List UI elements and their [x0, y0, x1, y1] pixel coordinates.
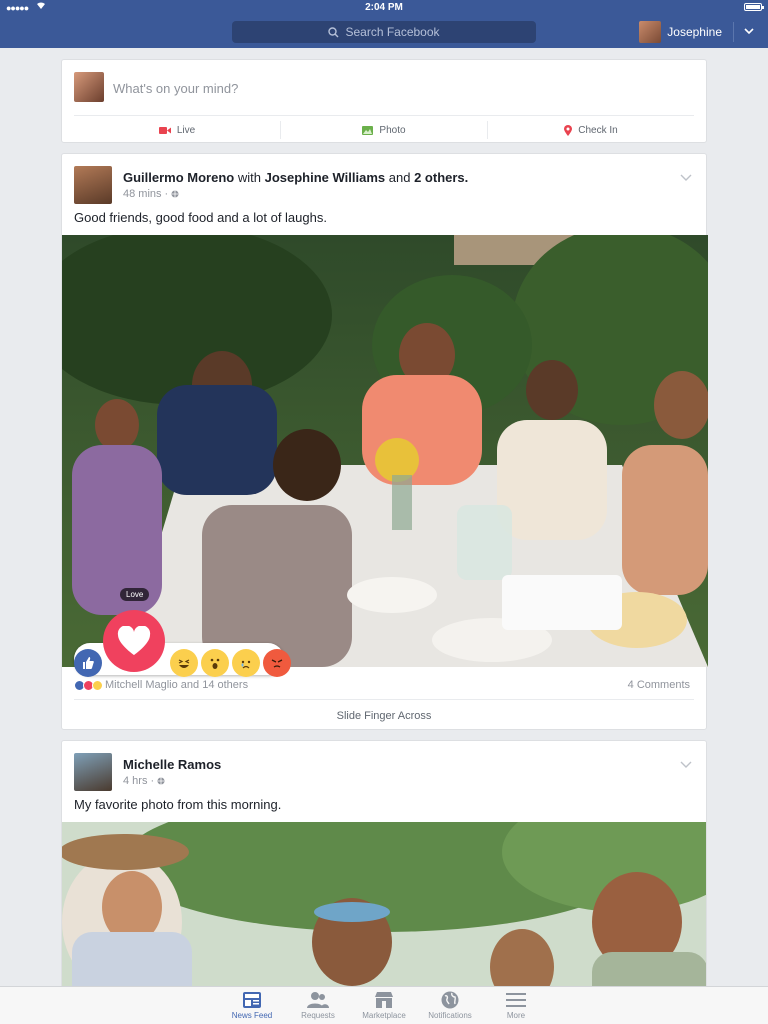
- location-pin-icon: [564, 124, 573, 136]
- with-text: with: [237, 170, 261, 185]
- tab-label: Notifications: [428, 1011, 472, 1020]
- tab-requests[interactable]: Requests: [285, 987, 351, 1024]
- tagged-friend[interactable]: Josephine Williams: [265, 170, 386, 185]
- author-name[interactable]: Guillermo Moreno: [123, 170, 234, 185]
- outdoor-cooking-photo: [62, 822, 706, 999]
- tab-label: News Feed: [231, 1011, 273, 1020]
- friend-requests-icon: [307, 992, 329, 1008]
- tab-news-feed[interactable]: News Feed: [219, 987, 285, 1024]
- photo-icon: [362, 125, 374, 135]
- nav-divider: [733, 22, 734, 42]
- sad-reaction-icon[interactable]: [232, 649, 260, 677]
- feed-post: Guillermo Moreno with Josephine Williams…: [61, 153, 708, 730]
- post-time[interactable]: 48 mins: [123, 188, 162, 200]
- tagged-others[interactable]: 2 others.: [414, 170, 468, 185]
- tab-label: Requests: [301, 1011, 335, 1020]
- marketplace-icon: [375, 992, 393, 1008]
- slide-hint-text: Slide Finger Across: [336, 710, 432, 722]
- haha-reaction-icon[interactable]: [170, 649, 198, 677]
- haha-mini-icon: [92, 679, 103, 691]
- search-icon: [328, 26, 339, 37]
- reaction-summary-icons: [74, 679, 103, 691]
- post-header: Michelle Ramos 4 hrs ·: [74, 753, 221, 791]
- tab-marketplace[interactable]: Marketplace: [351, 987, 417, 1024]
- globe-privacy-icon: [157, 777, 165, 785]
- check-in-button[interactable]: Check In: [488, 121, 694, 139]
- battery-icon: [744, 3, 764, 11]
- composer-avatar: [74, 72, 104, 102]
- author-name[interactable]: Michelle Ramos: [123, 757, 221, 772]
- like-reaction-icon[interactable]: [74, 649, 102, 677]
- live-button[interactable]: Live: [74, 121, 281, 139]
- post-meta: 48 mins ·: [123, 188, 468, 200]
- post-header: Guillermo Moreno with Josephine Williams…: [74, 166, 468, 204]
- composer-prompt[interactable]: What's on your mind?: [113, 81, 238, 96]
- family-dinner-photo: [62, 235, 708, 667]
- chevron-down-icon[interactable]: [744, 26, 754, 36]
- comment-count[interactable]: 4 Comments: [628, 679, 690, 691]
- post-text: Good friends, good food and a lot of lau…: [74, 210, 327, 225]
- post-options-chevron-icon[interactable]: [680, 761, 692, 769]
- check-in-label: Check In: [578, 124, 618, 136]
- angry-reaction-icon[interactable]: [263, 649, 291, 677]
- reaction-count-text[interactable]: Mitchell Maglio and 14 others: [105, 679, 248, 691]
- search-input[interactable]: Search Facebook: [232, 21, 536, 43]
- love-reaction-icon[interactable]: [103, 610, 165, 672]
- photo-label: Photo: [379, 124, 406, 136]
- author-avatar[interactable]: [74, 753, 112, 791]
- post-divider: [74, 699, 694, 700]
- post-meta: 4 hrs ·: [123, 775, 221, 787]
- search-placeholder: Search Facebook: [345, 25, 440, 39]
- status-time: 2:04 PM: [365, 2, 403, 13]
- reaction-summary[interactable]: Mitchell Maglio and 14 others 4 Comments: [74, 676, 690, 694]
- tab-label: Marketplace: [362, 1011, 406, 1020]
- bottom-tab-bar: News Feed Requests Marketplace Notificat…: [0, 986, 768, 1024]
- top-navigation-bar: ●●●●● 2:04 PM Search Facebook Josephine: [0, 0, 768, 48]
- post-photo[interactable]: [62, 235, 708, 667]
- post-photo[interactable]: [62, 822, 706, 999]
- author-avatar[interactable]: [74, 166, 112, 204]
- globe-icon: [441, 991, 459, 1009]
- and-text: and: [388, 170, 411, 185]
- post-author-line: Michelle Ramos: [123, 753, 221, 773]
- tab-notifications[interactable]: Notifications: [417, 987, 483, 1024]
- photo-button[interactable]: Photo: [281, 121, 488, 139]
- status-bar: ●●●●● 2:04 PM: [0, 0, 768, 16]
- reaction-tooltip: Love: [120, 588, 150, 601]
- post-text: My favorite photo from this morning.: [74, 797, 282, 812]
- user-name: Josephine: [667, 25, 722, 39]
- profile-button[interactable]: Josephine: [639, 21, 722, 43]
- wow-reaction-icon[interactable]: [201, 649, 229, 677]
- live-label: Live: [176, 124, 196, 136]
- video-icon: [158, 126, 171, 134]
- composer-actions: Live Photo Check In: [74, 117, 694, 143]
- hamburger-menu-icon: [506, 993, 526, 1007]
- tab-label: More: [506, 1011, 526, 1020]
- news-feed-icon: [243, 992, 261, 1008]
- status-composer: What's on your mind? Live Photo Check In: [61, 59, 707, 143]
- tab-more[interactable]: More: [483, 987, 549, 1024]
- composer-divider: [74, 115, 694, 116]
- post-time[interactable]: 4 hrs: [123, 775, 147, 787]
- user-avatar: [639, 21, 662, 43]
- globe-privacy-icon: [171, 190, 179, 198]
- feed-post: Michelle Ramos 4 hrs · My favorite photo…: [61, 740, 707, 1000]
- post-author-line: Guillermo Moreno with Josephine Williams…: [123, 166, 468, 186]
- post-options-chevron-icon[interactable]: [680, 174, 692, 182]
